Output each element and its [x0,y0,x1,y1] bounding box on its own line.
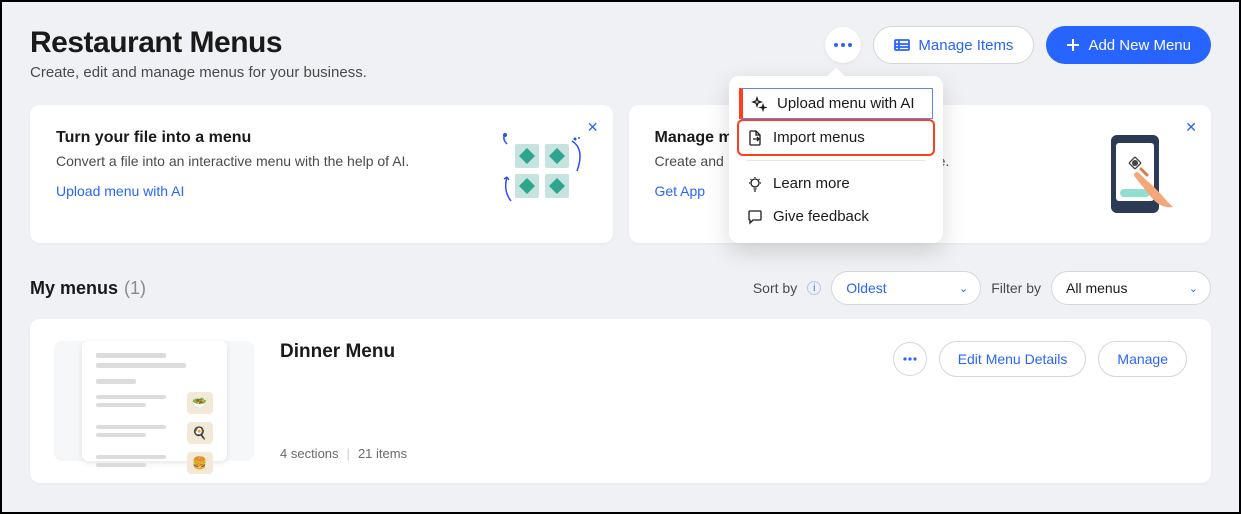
manage-items-label: Manage Items [918,37,1013,54]
more-actions-button[interactable] [825,27,861,63]
diamonds-illustration [497,129,587,219]
dots-icon [834,43,852,47]
card-turn-file: Turn your file into a menu Convert a fil… [30,105,613,243]
import-icon [747,130,763,146]
sort-by-value: Oldest [846,280,886,296]
dropdown-learn-more[interactable]: Learn more [729,167,943,200]
lightbulb-icon [747,176,763,192]
sort-by-label: Sort by [753,280,797,296]
menu-thumbnail: 🥗 🍳 🍔 [54,341,254,461]
my-menus-label: My menus [30,278,118,299]
page-subtitle: Create, edit and manage menus for your b… [30,64,367,81]
card-turn-file-link[interactable]: Upload menu with AI [56,183,184,199]
page-title: Restaurant Menus [30,26,367,60]
sort-by-select[interactable]: Oldest ⌄ [831,271,981,305]
menu-card: 🥗 🍳 🍔 Dinner Menu Edit Menu Details Mana… [30,319,1211,483]
add-new-menu-label: Add New Menu [1088,37,1191,54]
dropdown-import-label: Import menus [773,129,865,146]
menu-item-meta: 4 sections|21 items [280,446,1187,461]
manage-items-button[interactable]: Manage Items [873,26,1034,64]
add-new-menu-button[interactable]: Add New Menu [1046,26,1211,64]
my-menus-count: (1) [124,278,146,299]
filter-by-value: All menus [1066,280,1127,296]
menu-item-more-button[interactable] [893,342,927,376]
dropdown-upload-ai[interactable]: Upload menu with AI [739,88,933,119]
dropdown-upload-ai-label: Upload menu with AI [777,95,915,112]
manage-menu-button[interactable]: Manage [1098,341,1187,377]
chat-icon [747,209,763,225]
info-icon[interactable]: i [807,281,821,295]
more-actions-dropdown: Upload menu with AI Import menus Learn m… [729,76,943,243]
card-turn-file-title: Turn your file into a menu [56,129,409,147]
edit-menu-details-button[interactable]: Edit Menu Details [939,341,1087,377]
dropdown-feedback-label: Give feedback [773,208,869,225]
sparkle-icon [751,96,767,112]
plus-icon [1066,38,1080,52]
chevron-down-icon: ⌄ [1189,282,1198,295]
card-manage-app-link[interactable]: Get App [655,183,706,199]
filter-by-select[interactable]: All menus ⌄ [1051,271,1211,305]
chevron-down-icon: ⌄ [959,282,968,295]
dots-icon [903,357,917,361]
list-icon [894,39,910,51]
dropdown-import-menus[interactable]: Import menus [739,121,933,154]
menu-item-title: Dinner Menu [280,341,395,363]
dropdown-learn-more-label: Learn more [773,175,850,192]
close-icon[interactable]: ✕ [1185,119,1197,136]
phone-tap-illustration [1095,129,1185,219]
dropdown-divider [747,160,925,161]
close-icon[interactable]: ✕ [587,119,599,136]
filter-by-label: Filter by [991,280,1041,296]
card-turn-file-body: Convert a file into an interactive menu … [56,153,409,169]
dropdown-feedback[interactable]: Give feedback [729,200,943,233]
